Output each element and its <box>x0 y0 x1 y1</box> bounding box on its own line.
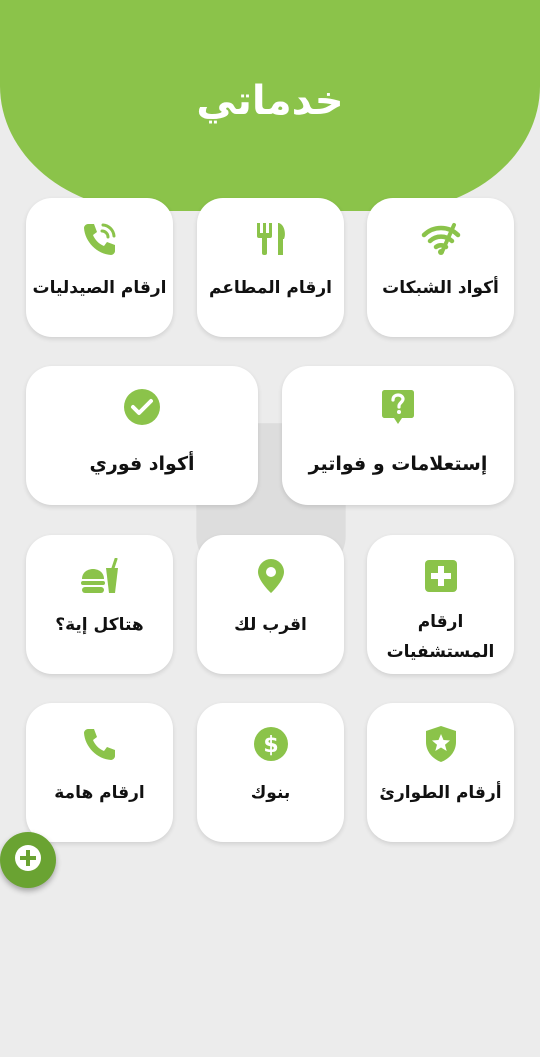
tile-label: بنوك <box>250 783 291 803</box>
tile-label: أرقام الطوارئ <box>379 783 502 803</box>
header-banner: خدماتي <box>0 0 540 211</box>
tile-label: أكواد فوري <box>89 453 195 475</box>
tile-pharmacy-numbers[interactable]: ارقام الصيدليات <box>26 198 173 337</box>
tile-label: أكواد الشبكات <box>382 278 499 298</box>
add-icon <box>14 844 42 876</box>
svg-text:$: $ <box>263 733 278 758</box>
question-bubble-icon <box>381 388 415 426</box>
tile-label: هتاكل إية؟ <box>55 615 144 635</box>
tile-label: اقرب لك <box>234 615 307 635</box>
phone-icon <box>82 725 118 763</box>
tile-inquiries-bills[interactable]: إستعلامات و فواتير <box>282 366 514 505</box>
phone-call-icon <box>82 220 118 258</box>
dollar-circle-icon: $ <box>253 725 289 763</box>
check-circle-icon <box>123 388 161 426</box>
medical-plus-icon <box>424 557 458 595</box>
tile-emergency-numbers[interactable]: أرقام الطوارئ <box>367 703 514 842</box>
tile-label: ارقام هامة <box>54 783 145 803</box>
tile-network-codes[interactable]: أكواد الشبكات <box>367 198 514 337</box>
tile-important-numbers[interactable]: ارقام هامة <box>26 703 173 842</box>
app-title: خدماتي <box>196 78 344 124</box>
tile-label: ارقام المطاعم <box>208 278 332 298</box>
tile-restaurant-numbers[interactable]: ارقام المطاعم <box>197 198 344 337</box>
wifi-signal-icon <box>421 220 461 258</box>
tile-what-to-eat[interactable]: هتاكل إية؟ <box>26 535 173 674</box>
fork-knife-icon <box>253 220 289 258</box>
add-button[interactable] <box>0 832 56 888</box>
tile-banks[interactable]: $ بنوك <box>197 703 344 842</box>
map-pin-icon <box>257 557 285 595</box>
tile-label: ارقام المستشفيات <box>386 612 495 662</box>
shield-star-icon <box>425 725 457 763</box>
fast-food-icon <box>80 557 120 595</box>
tile-label: إستعلامات و فواتير <box>308 453 488 475</box>
tile-nearby[interactable]: اقرب لك <box>197 535 344 674</box>
tile-fawry-codes[interactable]: أكواد فوري <box>26 366 258 505</box>
tile-hospital-numbers[interactable]: ارقام المستشفيات <box>367 535 514 674</box>
tile-label: ارقام الصيدليات <box>32 278 167 298</box>
